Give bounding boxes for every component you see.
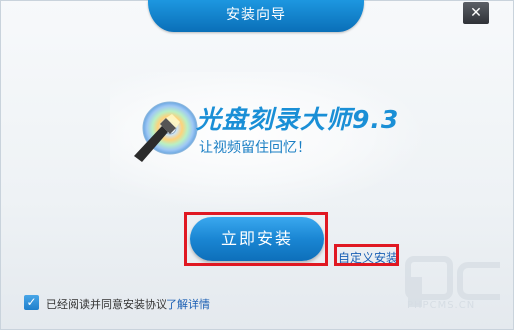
custom-install-highlight [334,244,399,266]
agree-checkbox[interactable]: ✓ [24,295,39,310]
watermark-text: PHPCMS.CN [407,300,476,311]
install-button-highlight [184,212,328,266]
close-button[interactable]: ✕ [463,2,489,24]
cd-torch-logo-icon [134,101,198,162]
agreement-details-link[interactable]: 了解详情 [166,296,210,312]
checkmark-icon: ✓ [26,295,37,309]
window-title: 安装向导 [148,0,364,32]
agreement-label: 已经阅读并同意安装协议 [46,298,167,311]
close-icon: ✕ [470,5,482,21]
product-slogan: 让视频留住回忆！ [199,140,311,156]
product-name: 光盘刻录大师9.3 [196,105,400,134]
